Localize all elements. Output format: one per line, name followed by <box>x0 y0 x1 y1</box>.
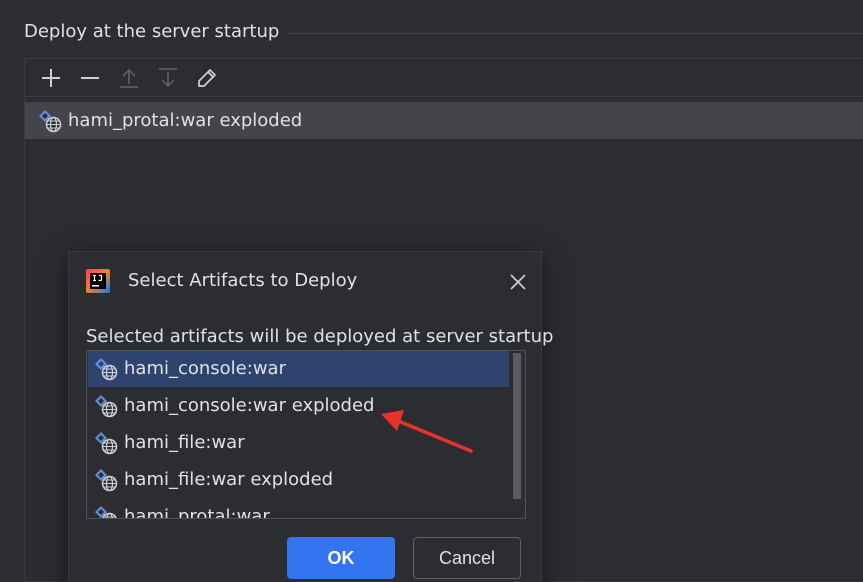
artifact-label: hami_file:war <box>124 432 245 453</box>
artifact-label: hami_protal:war <box>124 506 270 519</box>
artifact-label: hami_console:war <box>124 358 286 379</box>
dialog-description: Selected artifacts will be deployed at s… <box>86 326 554 347</box>
move-up-icon <box>119 68 138 88</box>
artifact-list-scrollbar[interactable] <box>509 351 525 518</box>
deploy-toolbar <box>25 59 863 97</box>
artifact-web-icon <box>95 395 118 418</box>
cancel-button[interactable]: Cancel <box>413 537 521 579</box>
deploy-list-item[interactable]: hami_protal:war exploded <box>25 102 863 139</box>
artifact-web-icon <box>95 358 118 381</box>
select-artifacts-dialog: Select Artifacts to Deploy Selected arti… <box>68 251 553 582</box>
section-header: Deploy at the server startup <box>24 20 863 44</box>
move-up-button[interactable] <box>109 59 148 97</box>
remove-button[interactable] <box>70 59 109 97</box>
section-title: Deploy at the server startup <box>24 21 280 42</box>
edit-button[interactable] <box>187 59 226 97</box>
close-icon <box>510 274 526 290</box>
ok-button[interactable]: OK <box>287 537 395 579</box>
artifact-label: hami_console:war exploded <box>124 395 375 416</box>
minus-icon <box>80 76 99 79</box>
run-configuration-window: Deploy at the server startup hami_protal… <box>0 0 863 582</box>
deploy-artifact-list: hami_protal:war exploded <box>25 102 863 139</box>
artifact-list-item[interactable]: hami_protal:war <box>88 499 510 519</box>
artifact-label: hami_file:war exploded <box>124 469 334 490</box>
artifact-list[interactable]: hami_console:war hami_console:war explod… <box>86 350 526 519</box>
artifact-list-item[interactable]: hami_file:war exploded <box>88 462 510 498</box>
plus-icon <box>41 68 60 87</box>
artifact-web-icon <box>39 109 62 132</box>
close-button[interactable] <box>506 270 530 294</box>
move-down-icon <box>158 67 177 87</box>
move-down-button[interactable] <box>148 59 187 97</box>
intellij-logo-icon <box>86 269 110 293</box>
add-button[interactable] <box>31 59 70 97</box>
artifact-list-item[interactable]: hami_file:war <box>88 425 510 461</box>
artifact-web-icon <box>95 432 118 455</box>
dialog-title: Select Artifacts to Deploy <box>128 270 358 291</box>
scrollbar-thumb[interactable] <box>513 353 521 499</box>
dialog-titlebar: Select Artifacts to Deploy <box>69 252 541 310</box>
deploy-list-item-label: hami_protal:war exploded <box>68 110 303 131</box>
section-divider <box>289 32 863 34</box>
artifact-web-icon <box>95 469 118 492</box>
artifact-list-item[interactable]: hami_console:war exploded <box>88 388 510 424</box>
edit-icon <box>197 68 216 87</box>
artifact-web-icon <box>95 506 117 518</box>
artifact-list-item[interactable]: hami_console:war <box>88 351 510 387</box>
